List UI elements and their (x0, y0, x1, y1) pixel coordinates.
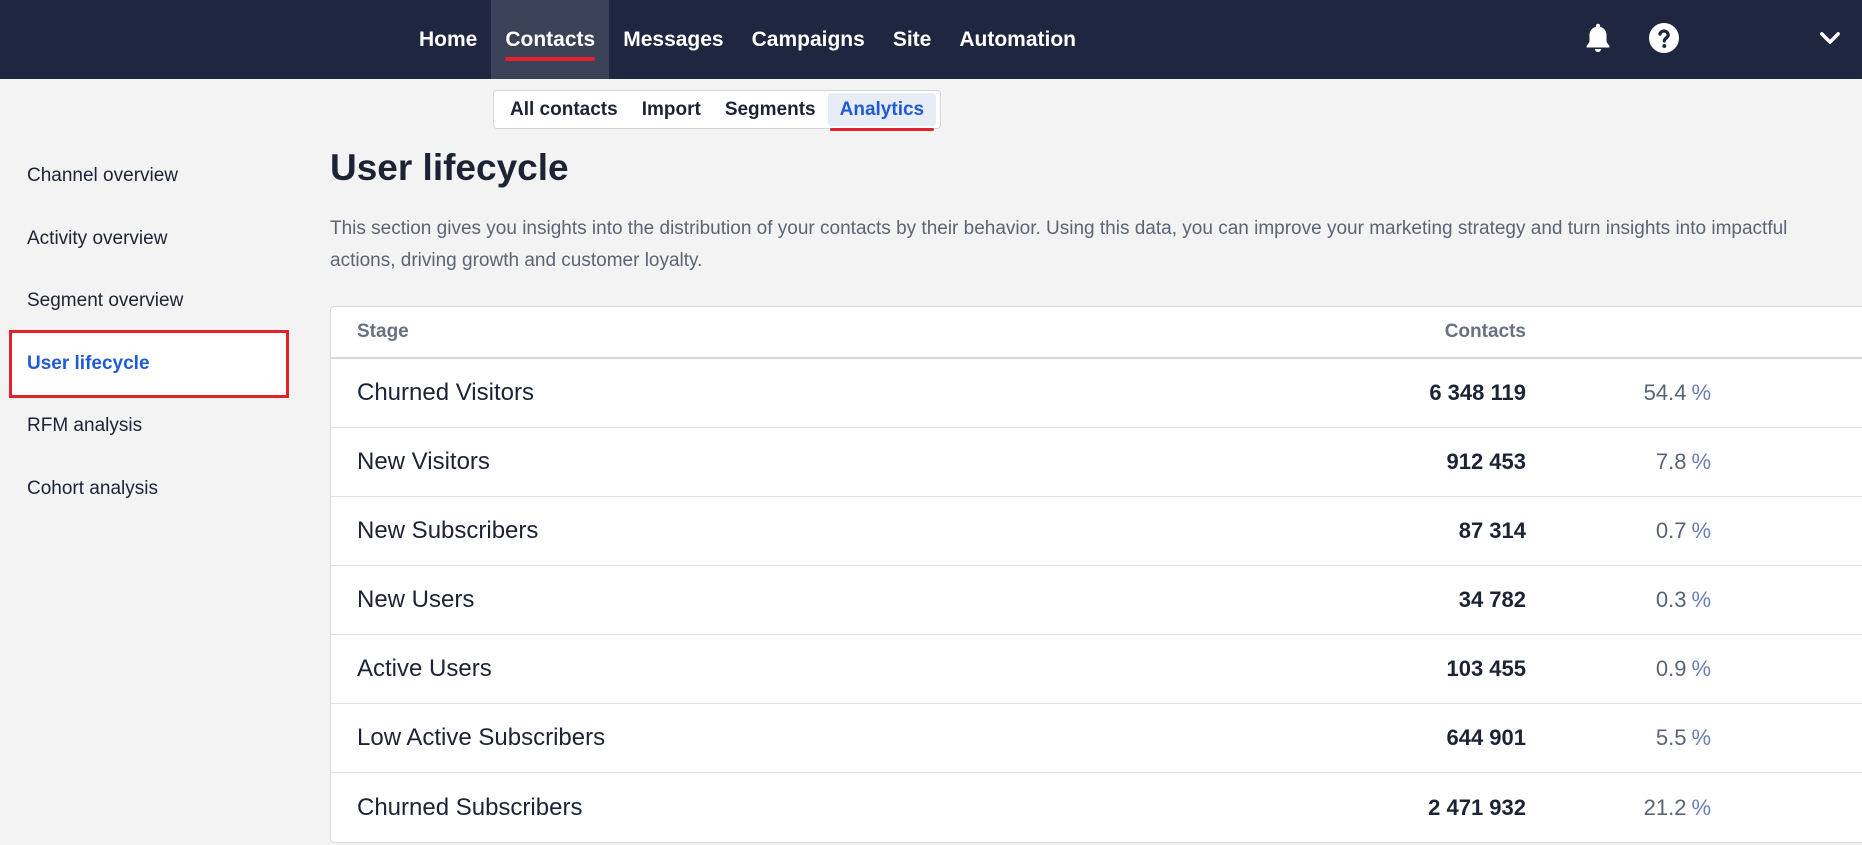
sidebar-item-activity-overview[interactable]: Activity overview (0, 208, 290, 270)
nav-automation[interactable]: Automation (945, 0, 1090, 79)
contacts-subtabs: All contacts Import Segments Analytics (493, 90, 942, 131)
column-header-contacts[interactable]: Contacts (1231, 321, 1526, 343)
sidebar-item-segment-overview[interactable]: Segment overview (0, 270, 290, 332)
table-row[interactable]: New Subscribers 87 314 0.7% (331, 497, 1862, 566)
table-row[interactable]: New Visitors 912 453 7.8% (331, 428, 1862, 497)
nav-home[interactable]: Home (405, 0, 491, 79)
nav-home-label: Home (419, 27, 478, 51)
contacts-cell: 103 455 (1446, 656, 1526, 681)
percent-symbol: % (1691, 794, 1711, 820)
percent-cell: 0.3% (1526, 587, 1711, 613)
contacts-cell: 6 348 119 (1429, 380, 1526, 405)
nav-site-label: Site (892, 27, 932, 51)
page-description: This section gives you insights into the… (330, 218, 1788, 271)
percent-value: 5.5 (1655, 725, 1687, 750)
stage-cell: Active Users (357, 655, 492, 682)
stage-cell: New Visitors (357, 448, 490, 475)
lifecycle-table: Stage Contacts Churned Visitors 6 348 11… (330, 306, 1862, 843)
table-row[interactable]: New Users 34 782 0.3% (331, 566, 1862, 635)
percent-cell: 0.7% (1526, 518, 1711, 544)
percent-cell: 54.4% (1526, 380, 1711, 406)
percent-cell: 0.9% (1526, 656, 1711, 682)
sidebar-item-rfm-analysis[interactable]: RFM analysis (0, 395, 290, 457)
percent-value: 0.7 (1655, 518, 1687, 543)
nav-site[interactable]: Site (879, 0, 946, 79)
help-icon[interactable] (1646, 20, 1682, 56)
percent-symbol: % (1691, 449, 1711, 474)
stage-cell: Churned Visitors (357, 379, 534, 406)
analytics-sidebar: Channel overview Activity overview Segme… (0, 145, 290, 520)
nav-campaigns-label: Campaigns (751, 27, 865, 51)
contacts-cell: 644 901 (1446, 725, 1526, 750)
main-nav: Home Contacts Messages Campaigns Site Au… (405, 0, 1090, 79)
percent-symbol: % (1691, 380, 1711, 405)
tab-analytics[interactable]: Analytics (827, 93, 937, 131)
contacts-cell: 87 314 (1458, 518, 1526, 543)
sidebar-item-cohort-analysis[interactable]: Cohort analysis (0, 458, 290, 520)
bell-icon[interactable] (1580, 20, 1616, 56)
percent-value: 0.9 (1655, 656, 1687, 681)
nav-campaigns[interactable]: Campaigns (738, 0, 879, 79)
nav-messages[interactable]: Messages (609, 0, 737, 79)
page-title: User lifecycle (330, 147, 569, 188)
table-row[interactable]: Low Active Subscribers 644 901 5.5% (331, 704, 1862, 773)
percent-cell: 7.8% (1526, 449, 1711, 475)
nav-messages-label: Messages (623, 27, 724, 51)
table-row[interactable]: Churned Visitors 6 348 119 54.4% (331, 359, 1862, 428)
table-row[interactable]: Active Users 103 455 0.9% (331, 635, 1862, 704)
table-header: Stage Contacts (331, 307, 1862, 359)
nav-automation-label: Automation (959, 27, 1076, 51)
table-row[interactable]: Churned Subscribers 2 471 932 21.2% (331, 773, 1862, 842)
percent-symbol: % (1691, 518, 1711, 543)
stage-cell: Churned Subscribers (357, 793, 583, 821)
sidebar-item-user-lifecycle[interactable]: User lifecycle (9, 329, 289, 398)
chevron-down-icon[interactable] (1816, 24, 1844, 52)
percent-value: 21.2 (1643, 794, 1687, 820)
column-header-stage[interactable]: Stage (331, 321, 1231, 343)
percent-value: 0.3 (1655, 587, 1687, 612)
nav-contacts-label: Contacts (505, 27, 596, 61)
nav-contacts[interactable]: Contacts (491, 0, 610, 79)
percent-cell: 21.2% (1526, 795, 1711, 821)
percent-value: 54.4 (1643, 380, 1687, 405)
tab-segments[interactable]: Segments (713, 93, 828, 126)
percent-symbol: % (1691, 587, 1711, 612)
percent-symbol: % (1691, 656, 1711, 681)
percent-symbol: % (1691, 725, 1711, 750)
sidebar-item-channel-overview[interactable]: Channel overview (0, 145, 290, 207)
percent-value: 7.8 (1655, 449, 1687, 474)
stage-cell: New Subscribers (357, 517, 539, 544)
top-navigation-bar: Home Contacts Messages Campaigns Site Au… (0, 0, 1862, 79)
tab-import[interactable]: Import (630, 93, 713, 126)
stage-cell: New Users (357, 586, 475, 613)
tab-all-contacts[interactable]: All contacts (498, 93, 630, 126)
percent-cell: 5.5% (1526, 725, 1711, 751)
contacts-cell: 912 453 (1446, 449, 1526, 474)
contacts-cell: 34 782 (1458, 587, 1526, 612)
stage-cell: Low Active Subscribers (357, 724, 606, 751)
contacts-cell: 2 471 932 (1428, 794, 1526, 820)
